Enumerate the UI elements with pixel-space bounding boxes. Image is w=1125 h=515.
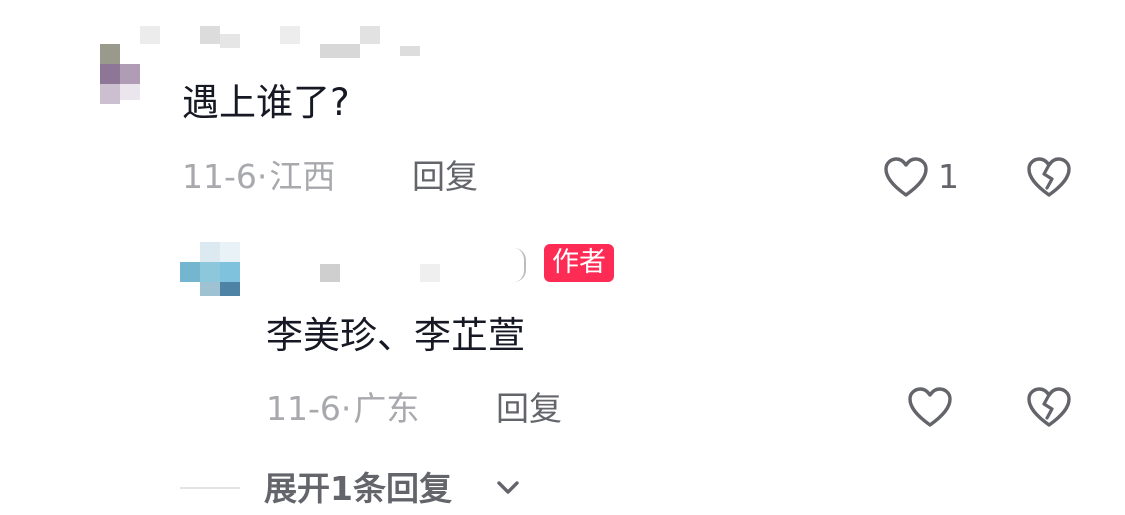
username[interactable] xyxy=(140,22,430,62)
reply-reply-button[interactable]: 回复 xyxy=(496,389,562,429)
heart-outline-icon[interactable] xyxy=(906,385,954,429)
comment-text: 遇上谁了? xyxy=(182,81,350,124)
reply-date: 11-6 xyxy=(266,389,341,428)
reply-meta: 11-6·广东 xyxy=(266,389,419,429)
comment-location: 江西 xyxy=(269,157,336,196)
meta-separator: · xyxy=(256,157,268,196)
reply-location: 广东 xyxy=(353,389,420,428)
heart-outline-icon[interactable] xyxy=(882,155,930,199)
like-count: 1 xyxy=(938,157,959,196)
expand-divider xyxy=(180,487,240,489)
comment-meta: 11-6·江西 xyxy=(182,157,335,197)
reply-button[interactable]: 回复 xyxy=(412,157,478,197)
author-badge: 作者 xyxy=(544,244,614,282)
reply-avatar[interactable] xyxy=(178,240,248,300)
broken-heart-icon[interactable] xyxy=(1025,155,1073,199)
meta-separator: · xyxy=(340,389,352,428)
comment-date: 11-6 xyxy=(182,157,257,196)
broken-heart-icon[interactable] xyxy=(1025,385,1073,429)
chevron-down-icon[interactable] xyxy=(496,480,520,496)
expand-replies-label[interactable]: 展开1条回复 xyxy=(264,469,452,509)
reply-username[interactable] xyxy=(270,248,530,288)
reply-text: 李美珍、李芷萱 xyxy=(266,314,525,357)
